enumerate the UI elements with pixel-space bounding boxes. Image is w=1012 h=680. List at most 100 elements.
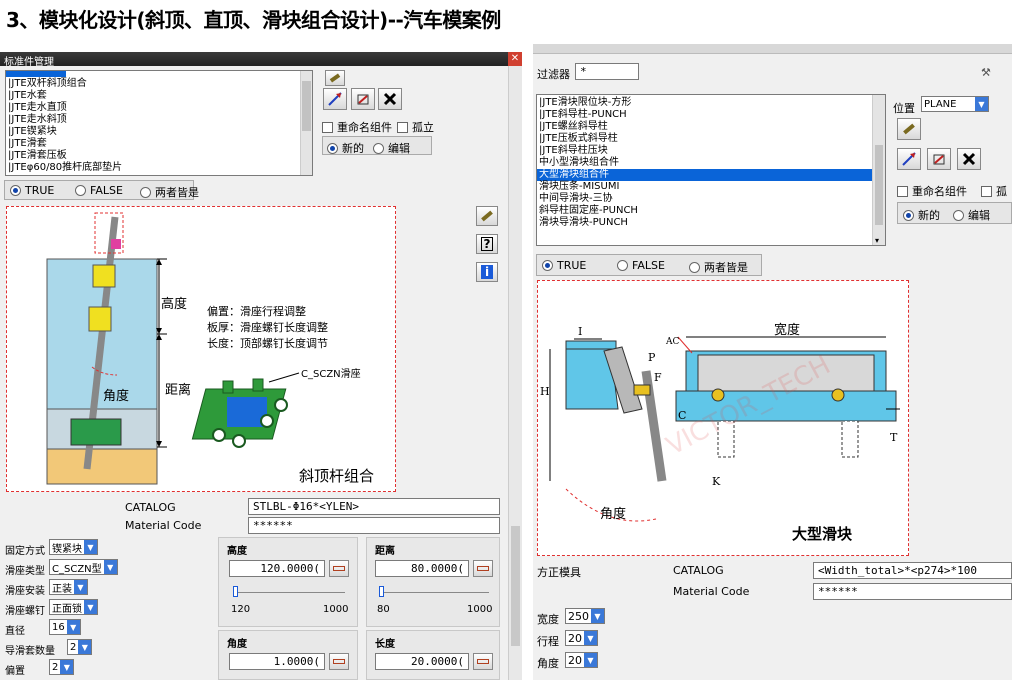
catalog-field[interactable]: <Width_total>*<p274>*100 — [813, 562, 1012, 579]
height-input[interactable]: 120.0000( — [229, 560, 325, 577]
height-measure-button[interactable] — [329, 560, 349, 577]
new-radio[interactable]: 新的 — [903, 207, 940, 223]
param-label: 角度 — [537, 657, 559, 670]
list-item[interactable]: |JTEφ60/80推杆底部垫片 — [6, 162, 122, 174]
param-select[interactable]: 2 ▼ — [49, 659, 75, 675]
wrench-icon — [903, 123, 915, 135]
rename-checkbox[interactable]: 重命名组件 — [897, 183, 967, 199]
list-item[interactable]: |JTE走水斜顶 — [6, 114, 122, 126]
length-measure-button[interactable] — [473, 653, 493, 670]
reposition-button[interactable] — [927, 148, 951, 170]
filter-clear-icon[interactable]: ⚒ — [981, 66, 991, 79]
edit-radio[interactable]: 编辑 — [953, 207, 990, 223]
info-button[interactable]: i — [476, 262, 498, 282]
position-value: PLANE — [924, 98, 957, 110]
param-select[interactable]: 正面锁 ▼ — [49, 599, 98, 615]
true-radio[interactable]: TRUE — [542, 259, 586, 272]
false-radio[interactable]: FALSE — [617, 259, 665, 272]
catalog-label: CATALOG — [125, 501, 176, 514]
param-select[interactable]: C_SCZN型 ▼ — [49, 559, 118, 575]
component-list[interactable]: |JTE滑块限位块-方形 |JTE斜导柱-PUNCH |JTE螺丝斜导柱 |JTE压板… — [536, 94, 886, 246]
move-button[interactable] — [323, 88, 347, 110]
list-item[interactable]: 中小型滑块组合件 — [537, 157, 872, 169]
param-value: 正装 — [52, 583, 72, 595]
param-label: 行程 — [537, 635, 559, 648]
param-select[interactable]: 正装 ▼ — [49, 579, 88, 595]
true-radio[interactable]: TRUE — [10, 184, 54, 197]
reposition-button[interactable] — [351, 88, 375, 110]
list-item[interactable]: |JTE水套 — [6, 90, 122, 102]
false-radio[interactable]: FALSE — [75, 184, 123, 197]
distance-slider-thumb[interactable] — [379, 586, 384, 597]
param-select[interactable]: 16 ▼ — [49, 619, 81, 635]
dim-label-t: T — [890, 431, 898, 444]
height-label: 高度 — [161, 297, 188, 312]
left-dialog-scrollbar[interactable] — [508, 66, 522, 680]
param-select[interactable]: 20 ▼ — [565, 652, 598, 668]
distance-measure-button[interactable] — [473, 560, 493, 577]
list-item[interactable]: |JTE滑套压板 — [6, 150, 122, 162]
delete-button[interactable] — [378, 88, 402, 110]
list-item[interactable]: |JTE压板式斜导柱 — [537, 133, 872, 145]
delete-button[interactable] — [957, 148, 981, 170]
help-button[interactable]: ? — [476, 234, 498, 254]
list-item[interactable]: 大型滑块组合件 — [537, 169, 872, 181]
note-thickness: 板厚：滑座螺钉长度调整 — [207, 321, 328, 334]
list-item[interactable]: 斜导柱固定座-PUNCH — [537, 205, 872, 217]
list-item[interactable]: |JTE锲紧块 — [6, 126, 122, 138]
list-item[interactable]: |JTE滑套 — [6, 138, 122, 150]
list-item[interactable]: |JTE滑块限位块-方形 — [537, 97, 872, 109]
material-field[interactable]: ****** — [813, 583, 1012, 600]
list-item[interactable]: |JTE斜导柱-PUNCH — [537, 109, 872, 121]
new-radio[interactable]: 新的 — [327, 140, 364, 156]
left-title-bar: 标准件管理 ✕ — [0, 52, 522, 68]
component-list[interactable]: |JTE双杆斜顶组合 |JTE水套 |JTE走水直顶 |JTE走水斜顶 |JTE锲紧块 |… — [5, 70, 313, 176]
isolate-checkbox[interactable]: 孤 — [981, 183, 1007, 199]
move-button[interactable] — [897, 148, 921, 170]
chevron-down-icon: ▼ — [84, 600, 97, 614]
list-item[interactable]: |JTE双杆斜顶组合 — [6, 78, 122, 90]
distance-max: 1000 — [467, 604, 493, 615]
param-value: 16 — [52, 621, 65, 633]
param-select[interactable]: 2 ▼ — [67, 639, 93, 655]
param-select[interactable]: 20 ▼ — [565, 630, 598, 646]
rename-checkbox[interactable]: 重命名组件 — [322, 119, 392, 135]
list-scrollbar[interactable]: ▾ — [872, 95, 885, 245]
distance-input[interactable]: 80.0000( — [375, 560, 469, 577]
height-slider-track[interactable] — [233, 592, 345, 593]
height-slider-thumb[interactable] — [233, 586, 238, 597]
list-item[interactable]: 滑块导滑块-PUNCH — [537, 217, 872, 229]
param-label: 滑座螺钉 — [5, 606, 45, 617]
wrench-button[interactable] — [897, 118, 921, 140]
both-radio[interactable]: 两者皆是 — [140, 184, 199, 200]
list-item[interactable]: |JTE走水直顶 — [6, 102, 122, 114]
filter-input[interactable]: * — [575, 63, 639, 80]
list-scrollbar[interactable] — [300, 71, 312, 175]
both-radio[interactable]: 两者皆是 — [689, 259, 748, 275]
position-select[interactable]: PLANE ▼ — [921, 96, 989, 112]
catalog-field[interactable]: STLBL-Φ16*<YLEN> — [248, 498, 500, 515]
edit-radio[interactable]: 编辑 — [373, 140, 410, 156]
settings-button[interactable] — [476, 206, 498, 226]
param-select[interactable]: 250 ▼ — [565, 608, 605, 624]
diagram-caption: 大型滑块 — [792, 525, 853, 543]
length-input[interactable]: 20.0000( — [375, 653, 469, 670]
length-title: 长度 — [375, 639, 395, 650]
angle-input[interactable]: 1.0000( — [229, 653, 325, 670]
param-select[interactable]: 锲紧块 ▼ — [49, 539, 98, 555]
list-item[interactable]: 中间导滑块-三协 — [537, 193, 872, 205]
material-field[interactable]: ****** — [248, 517, 500, 534]
wrench-button[interactable] — [325, 70, 345, 86]
list-item[interactable]: |JTE螺丝斜导柱 — [537, 121, 872, 133]
list-item[interactable] — [6, 71, 66, 77]
list-item[interactable]: |JTE斜导柱压块 — [537, 145, 872, 157]
chevron-down-icon: ▼ — [584, 653, 597, 667]
close-icon[interactable]: ✕ — [508, 52, 522, 66]
ruler-icon — [477, 566, 489, 571]
isolate-checkbox[interactable]: 孤立 — [397, 119, 434, 135]
angle-measure-button[interactable] — [329, 653, 349, 670]
chevron-down-icon: ▼ — [584, 631, 597, 645]
distance-slider-track[interactable] — [379, 592, 489, 593]
list-item[interactable]: 滑块压条-MISUMI — [537, 181, 872, 193]
chevron-down-icon[interactable]: ▾ — [875, 236, 879, 245]
